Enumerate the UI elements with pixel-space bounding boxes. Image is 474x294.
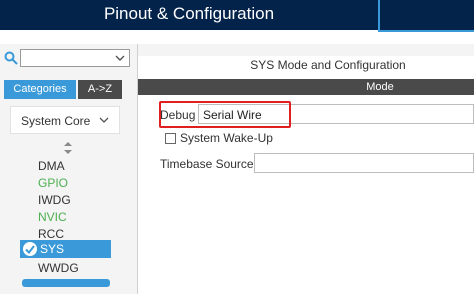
- tab-categories[interactable]: Categories: [4, 80, 76, 99]
- config-panel-title: SYS Mode and Configuration: [250, 58, 406, 72]
- category-item-iwdg[interactable]: IWDG: [38, 192, 71, 208]
- mode-section-header[interactable]: Mode: [138, 79, 474, 95]
- category-item-dma[interactable]: DMA: [38, 158, 65, 174]
- timebase-source-select[interactable]: [254, 153, 474, 173]
- category-group-label: System Core: [21, 114, 91, 128]
- config-panel-topbar: [138, 44, 474, 56]
- horizontal-scrollbar[interactable]: [22, 279, 110, 287]
- search-input[interactable]: [20, 49, 130, 67]
- category-item-gpio[interactable]: GPIO: [38, 175, 68, 191]
- system-wakeup-checkbox[interactable]: [165, 133, 176, 144]
- category-item-sys[interactable]: SYS: [40, 241, 64, 257]
- chevron-down-icon[interactable]: [114, 52, 126, 64]
- category-item-wwdg[interactable]: WWDG: [38, 260, 79, 276]
- chevron-down-icon: [99, 117, 109, 123]
- header-accent-line: [378, 30, 474, 32]
- header-right-tab[interactable]: [378, 0, 474, 30]
- tab-a-to-z[interactable]: A->Z: [78, 80, 122, 99]
- category-item-nvic[interactable]: NVIC: [38, 209, 67, 225]
- category-group-system-core[interactable]: System Core: [10, 106, 120, 134]
- system-wakeup-label: System Wake-Up: [180, 131, 273, 145]
- config-panel: SYS Mode and Configuration Mode Debug Se…: [138, 44, 474, 294]
- search-icon[interactable]: [4, 51, 18, 65]
- check-circle-icon: [23, 242, 37, 256]
- app-header: Pinout & Configuration: [0, 0, 474, 44]
- page-title: Pinout & Configuration: [103, 4, 275, 23]
- timebase-source-label: Timebase Source: [160, 157, 254, 171]
- debug-highlight-box: [159, 101, 291, 128]
- sidebar: Categories A->Z System Core DMA GPIO IWD…: [0, 44, 138, 294]
- sort-icon[interactable]: [64, 142, 72, 154]
